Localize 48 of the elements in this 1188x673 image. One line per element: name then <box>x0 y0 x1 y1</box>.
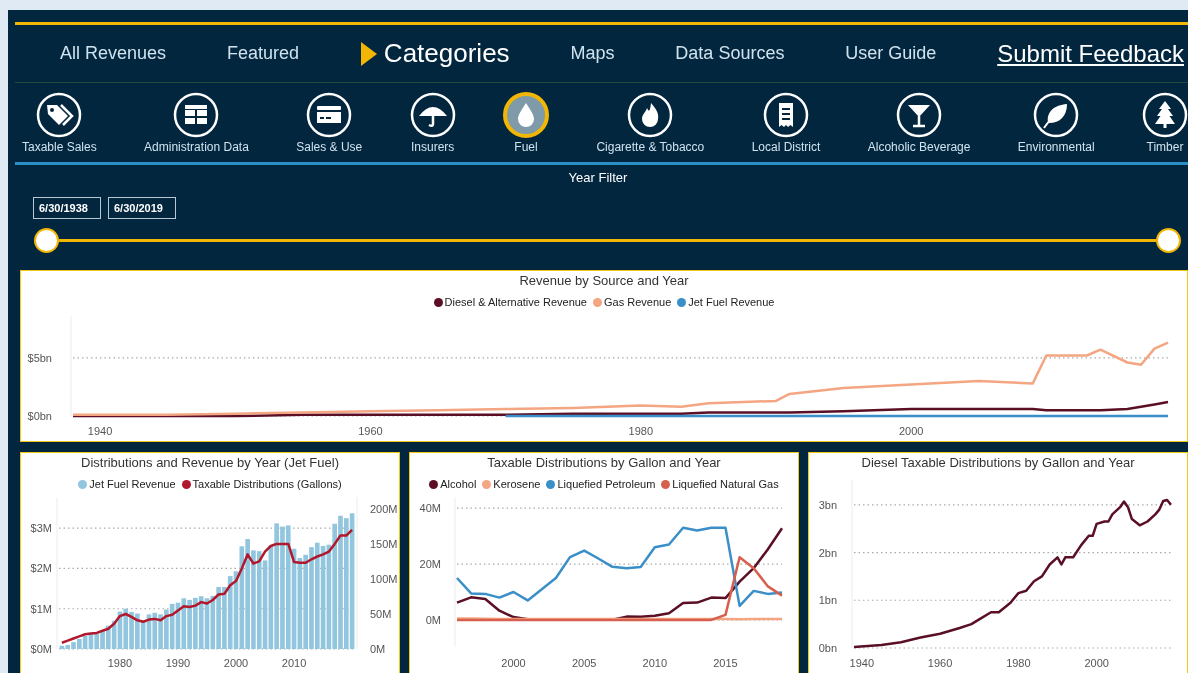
axis-label: 2005 <box>571 657 596 669</box>
axis-label: 0bn <box>818 642 837 654</box>
axis-label: 40M <box>419 502 441 515</box>
axis-label: 2010 <box>281 657 307 669</box>
legend-label: Liquefied Petroleum <box>557 478 656 490</box>
axis-label: 1980 <box>628 425 653 437</box>
axis-label: 1990 <box>165 657 191 669</box>
axis-label: 1bn <box>818 594 837 607</box>
axis-label: $1M <box>30 602 52 615</box>
chart-title: Distributions and Revenue by Year (Jet Fuel) <box>81 455 339 470</box>
axis-label: 0M <box>370 643 386 655</box>
axis-label: 20M <box>419 558 441 571</box>
axis-label: 2015 <box>712 657 738 669</box>
axis-label: 2000 <box>898 425 924 437</box>
axis-label: 1980 <box>107 657 133 669</box>
legend-label: Liquefied Natural Gas <box>672 478 779 490</box>
axis-label: 1940 <box>849 657 875 669</box>
axis-label: 2000 <box>1084 657 1109 669</box>
axis-label: 2010 <box>642 657 667 669</box>
axis-label: 2000 <box>223 657 249 669</box>
axis-label: $0M <box>30 643 52 655</box>
axis-label: $2M <box>30 562 52 575</box>
axis-label: 1940 <box>87 425 113 437</box>
axis-label: $0bn <box>27 410 52 422</box>
axis-label: 1980 <box>1006 657 1031 669</box>
legend-label: Gas Revenue <box>604 296 672 308</box>
legend-label: Diesel & Alternative Revenue <box>444 296 587 308</box>
legend-label: Kerosene <box>493 478 541 490</box>
legend-label: Jet Fuel Revenue <box>89 478 176 490</box>
axis-label: 1960 <box>927 657 953 669</box>
axis-label: $5bn <box>27 351 52 364</box>
filter-title: Year Filter <box>567 170 629 185</box>
axis-label: 150M <box>370 537 398 550</box>
legend-label: Alcohol <box>440 478 477 490</box>
legend-label: Taxable Distributions (Gallons) <box>192 478 342 490</box>
axis-label: 100M <box>370 572 398 585</box>
axis-label: 3bn <box>818 498 837 511</box>
axis-label: 200M <box>370 502 398 515</box>
legend-label: Jet Fuel Revenue <box>688 296 775 308</box>
axis-label: $3M <box>30 522 52 535</box>
axis-label: 0M <box>425 613 441 626</box>
chart-title: Diesel Taxable Distributions by Gallon and Year <box>861 455 1135 470</box>
axis-label: 1960 <box>358 425 383 437</box>
chart-title: Revenue by Source and Year <box>519 273 689 288</box>
chart-title: Taxable Distributions by Gallon and Year <box>487 455 721 470</box>
axis-label: 2000 <box>500 657 526 669</box>
axis-label: 50M <box>370 608 392 620</box>
axis-label: 2bn <box>818 546 837 559</box>
